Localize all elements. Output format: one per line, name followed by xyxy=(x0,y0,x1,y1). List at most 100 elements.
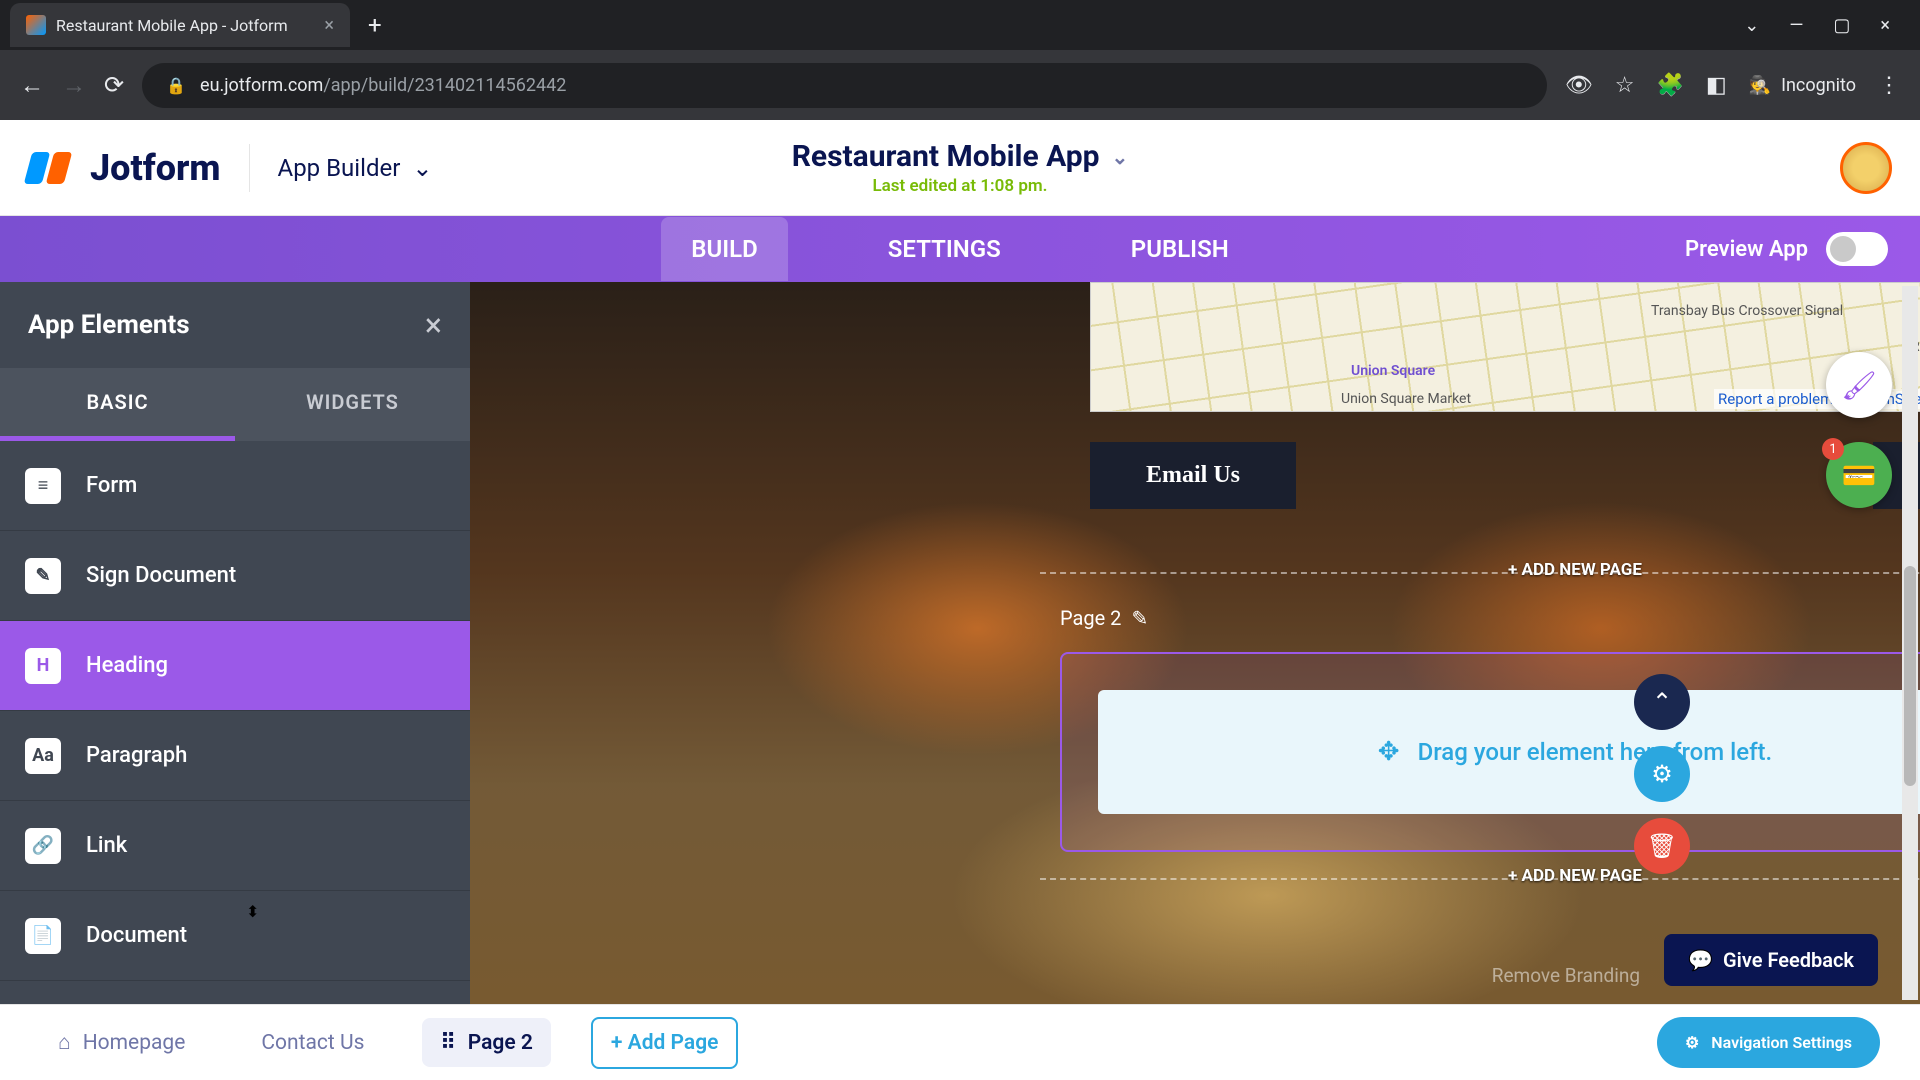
email-us-button[interactable]: Email Us xyxy=(1090,442,1296,509)
bottom-nav: ⌂ Homepage Contact Us ⠿ Page 2 + Add Pag… xyxy=(0,1004,1920,1080)
map-label: Transbay Bus Crossover Signal xyxy=(1651,303,1843,319)
drop-zone[interactable]: ✥ Drag your element here from left. xyxy=(1098,690,1920,814)
browser-chrome: Restaurant Mobile App - Jotform × + ⌄ — … xyxy=(0,0,1920,120)
forward-button[interactable]: → xyxy=(62,71,86,100)
remove-branding-link[interactable]: Remove Branding xyxy=(1492,964,1640,987)
preview-label: Preview App xyxy=(1685,237,1808,262)
tab-strip: Restaurant Mobile App - Jotform × + ⌄ — … xyxy=(0,0,1920,50)
chat-icon: 💬 xyxy=(1688,948,1713,972)
element-sign-document[interactable]: ✎Sign Document xyxy=(0,531,470,621)
maximize-icon[interactable]: ▢ xyxy=(1833,15,1850,36)
url-text: eu.jotform.com/app/build/231402114562442 xyxy=(200,75,566,96)
nav-page2[interactable]: ⠿ Page 2 xyxy=(422,1018,551,1067)
element-document[interactable]: 📄Document xyxy=(0,891,470,981)
element-icon: 🔗 xyxy=(0,828,86,864)
element-form[interactable]: ≡Form xyxy=(0,441,470,531)
style-fab[interactable]: 🖌 xyxy=(1826,352,1892,418)
panel-header: App Elements × xyxy=(0,282,470,368)
menu-icon[interactable]: ⋮ xyxy=(1878,73,1900,98)
app-builder-label: App Builder xyxy=(278,154,401,182)
elements-list[interactable]: ≡Form✎Sign DocumentHHeadingAaParagraph🔗L… xyxy=(0,441,470,1004)
settings-button[interactable]: ⚙ xyxy=(1634,746,1690,802)
fab-column: 🖌 💳 1 xyxy=(1826,352,1892,508)
nav-homepage[interactable]: ⌂ Homepage xyxy=(40,1019,203,1067)
tab-build[interactable]: BUILD xyxy=(661,217,788,281)
panel-title: App Elements xyxy=(28,310,190,340)
element-label: Form xyxy=(86,473,137,498)
gear-icon: ⚙ xyxy=(1651,760,1673,788)
element-label: Paragraph xyxy=(86,743,187,768)
delete-button[interactable]: 🗑 xyxy=(1634,818,1690,874)
favicon-icon xyxy=(26,15,46,35)
scrollbar[interactable] xyxy=(1902,286,1918,1000)
close-window-icon[interactable]: × xyxy=(1880,15,1890,36)
payment-fab[interactable]: 💳 1 xyxy=(1826,442,1892,508)
gear-icon: ⚙ xyxy=(1685,1033,1699,1052)
app-title[interactable]: Restaurant Mobile App⌄ xyxy=(792,139,1129,174)
nav-contact[interactable]: Contact Us xyxy=(243,1019,382,1067)
add-page-button[interactable]: + Add Page xyxy=(591,1017,739,1069)
cursor-icon: ⬍ xyxy=(246,902,259,921)
element-heading[interactable]: HHeading xyxy=(0,621,470,711)
map-label: Union Square Market xyxy=(1341,391,1471,407)
map-widget[interactable]: Union Square Union Square Market Transba… xyxy=(1090,282,1920,412)
logo-text: Jotform xyxy=(90,147,221,189)
edit-icon[interactable]: ✎ xyxy=(1131,606,1148,630)
dropdown-icon[interactable]: ⌄ xyxy=(1744,15,1759,36)
navigation-settings-button[interactable]: ⚙ Navigation Settings xyxy=(1657,1017,1880,1068)
collapse-button[interactable]: ⌃ xyxy=(1634,674,1690,730)
preview-toggle-block: Preview App xyxy=(1685,232,1888,266)
add-page-divider[interactable]: + ADD NEW PAGE xyxy=(1040,878,1920,900)
address-bar: ← → ⟳ 🔒 eu.jotform.com/app/build/2314021… xyxy=(0,50,1920,120)
drop-zone-card[interactable]: ✥ Drag your element here from left. xyxy=(1060,652,1920,852)
minimize-icon[interactable]: — xyxy=(1789,15,1803,36)
element-icon: H xyxy=(0,648,86,684)
give-feedback-button[interactable]: 💬 Give Feedback xyxy=(1664,934,1878,986)
main-nav: BUILD SETTINGS PUBLISH Preview App xyxy=(0,216,1920,282)
last-edited-label: Last edited at 1:08 pm. xyxy=(792,176,1129,196)
panel-close-icon[interactable]: × xyxy=(425,306,442,344)
report-problem-link[interactable]: Report a problem xyxy=(1718,390,1833,408)
element-label: Link xyxy=(86,833,127,858)
lock-icon: 🔒 xyxy=(166,76,186,95)
add-page-divider[interactable]: + ADD NEW PAGE xyxy=(1040,572,1920,594)
elements-panel: App Elements × BASIC WIDGETS ≡Form✎Sign … xyxy=(0,282,470,1004)
tab-settings[interactable]: SETTINGS xyxy=(858,217,1031,281)
chevron-down-icon: ⌄ xyxy=(412,154,432,182)
extensions-icon[interactable]: 🧩 xyxy=(1656,73,1683,98)
canvas: Union Square Union Square Market Transba… xyxy=(470,282,1920,1004)
element-paragraph[interactable]: AaParagraph xyxy=(0,711,470,801)
browser-tab[interactable]: Restaurant Mobile App - Jotform × xyxy=(10,3,350,47)
star-icon[interactable]: ☆ xyxy=(1615,73,1635,98)
tab-publish[interactable]: PUBLISH xyxy=(1101,217,1259,281)
element-icon: Aa xyxy=(0,738,86,774)
incognito-icon: 🕵️ xyxy=(1749,75,1771,96)
side-panel-icon[interactable]: ◧ xyxy=(1706,73,1727,98)
new-tab-button[interactable]: + xyxy=(368,11,382,39)
reload-button[interactable]: ⟳ xyxy=(104,71,124,99)
url-input[interactable]: 🔒 eu.jotform.com/app/build/2314021145624… xyxy=(142,63,1547,108)
home-icon: ⌂ xyxy=(58,1031,71,1055)
window-controls: ⌄ — ▢ × xyxy=(1744,15,1910,36)
element-label: Sign Document xyxy=(86,563,236,588)
drag-handle-icon: ⠿ xyxy=(440,1030,455,1055)
move-icon: ✥ xyxy=(1378,737,1400,767)
element-link[interactable]: 🔗Link xyxy=(0,801,470,891)
incognito-badge[interactable]: 🕵️ Incognito xyxy=(1749,75,1856,96)
element-label: Document xyxy=(86,923,187,948)
toolbar-right: 👁 ☆ 🧩 ◧ 🕵️ Incognito ⋮ xyxy=(1565,73,1900,98)
app-builder-selector[interactable]: App Builder ⌄ xyxy=(278,154,433,182)
logo[interactable]: Jotform xyxy=(28,147,221,189)
element-side-actions: ⌃ ⚙ 🗑 xyxy=(1634,674,1690,874)
tab-title: Restaurant Mobile App - Jotform xyxy=(56,16,314,35)
page-tag[interactable]: Page 2 ✎ xyxy=(1060,606,1148,630)
eye-off-icon[interactable]: 👁 xyxy=(1565,73,1593,98)
preview-toggle[interactable] xyxy=(1826,232,1888,266)
subtab-basic[interactable]: BASIC xyxy=(0,368,235,441)
user-avatar[interactable] xyxy=(1840,142,1892,194)
app-title-block: Restaurant Mobile App⌄ Last edited at 1:… xyxy=(792,139,1129,196)
back-button[interactable]: ← xyxy=(20,71,44,100)
subtab-widgets[interactable]: WIDGETS xyxy=(235,368,470,441)
tab-close-icon[interactable]: × xyxy=(324,15,334,36)
element-icon: ✎ xyxy=(0,558,86,594)
